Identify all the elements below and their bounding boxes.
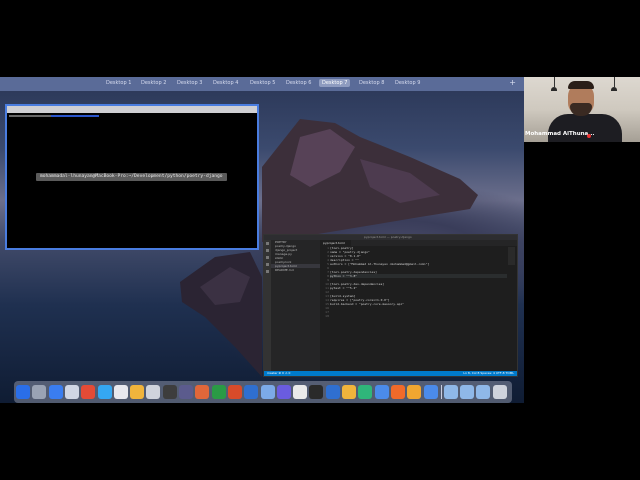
participant-name: Mohammad AlThuna... bbox=[525, 131, 595, 137]
terminal-titlebar bbox=[7, 106, 257, 113]
terminal-window[interactable]: mohammadal-lhunayan@MacBook-Pro:~/Develo… bbox=[5, 104, 259, 250]
desktop-6[interactable]: Desktop 6 bbox=[283, 79, 314, 87]
code-editor[interactable]: [tool.poetry] name = "poetry-django" versi… bbox=[330, 246, 507, 371]
debug-icon[interactable] bbox=[266, 263, 269, 266]
status-bar: master ⊗ 0 ⚠ 0 Ln 8, Col 8 Spaces: 4 UTF… bbox=[264, 371, 517, 376]
explorer-item[interactable]: README.md bbox=[271, 268, 320, 272]
explorer-sidebar: POETRY poetry-django django_project mana… bbox=[271, 240, 320, 371]
zoom-icon[interactable] bbox=[423, 385, 438, 399]
desktop-4[interactable]: Desktop 4 bbox=[210, 79, 241, 87]
mission-control-bar: Desktop 1 Desktop 2 Desktop 3 Desktop 4 … bbox=[0, 77, 524, 91]
source-control-icon[interactable] bbox=[266, 256, 269, 259]
terminal-2-icon[interactable] bbox=[309, 385, 324, 399]
safari-icon[interactable] bbox=[374, 385, 389, 399]
vscode-window[interactable]: pyproject.toml — poetry-django POETRY po… bbox=[263, 234, 518, 377]
desktop-9[interactable]: Desktop 9 bbox=[392, 79, 423, 87]
pendant-lamp-shade bbox=[611, 87, 617, 91]
messages-icon[interactable] bbox=[97, 385, 112, 399]
powerpoint-icon[interactable] bbox=[227, 385, 242, 399]
status-left[interactable]: master ⊗ 0 ⚠ 0 bbox=[267, 371, 290, 376]
terminal-icon[interactable] bbox=[162, 385, 177, 399]
line-number-gutter: 1 2 3 4 5 6 7 8 9 10 11 12 13 14 15 16 17 18 bbox=[320, 246, 330, 371]
extensions-icon[interactable] bbox=[266, 270, 269, 273]
folder-applications-icon[interactable] bbox=[443, 385, 458, 399]
music-icon[interactable] bbox=[146, 385, 161, 399]
vscode-window-title: pyproject.toml — poetry-django bbox=[364, 235, 412, 239]
terminal-tab-active[interactable] bbox=[51, 115, 99, 117]
dock-separator bbox=[440, 385, 442, 399]
desktop-3[interactable]: Desktop 3 bbox=[174, 79, 205, 87]
person-hair bbox=[568, 81, 594, 89]
mail-icon[interactable] bbox=[64, 385, 79, 399]
search-icon[interactable] bbox=[266, 249, 269, 252]
mic-muted-icon bbox=[587, 134, 591, 138]
desktop-1[interactable]: Desktop 1 bbox=[103, 79, 134, 87]
app-store-icon[interactable] bbox=[48, 385, 63, 399]
calendar-icon[interactable] bbox=[113, 385, 128, 399]
launchpad-icon[interactable] bbox=[32, 385, 47, 399]
xcode-icon[interactable] bbox=[179, 385, 193, 399]
desktop-8[interactable]: Desktop 8 bbox=[356, 79, 387, 87]
postman-icon[interactable] bbox=[195, 385, 210, 399]
excel-icon[interactable] bbox=[211, 385, 226, 399]
notes-icon[interactable] bbox=[130, 385, 145, 399]
line-number: 18 bbox=[325, 314, 329, 318]
desktop-screen: Desktop 1 Desktop 2 Desktop 3 Desktop 4 … bbox=[0, 77, 524, 403]
word-icon[interactable] bbox=[244, 385, 259, 399]
finder-icon[interactable] bbox=[16, 385, 30, 399]
pendant-lamp-cord bbox=[554, 77, 555, 87]
dock bbox=[14, 381, 512, 403]
chrome-icon[interactable] bbox=[81, 385, 96, 399]
code-line[interactable] bbox=[330, 314, 507, 318]
person-torso bbox=[548, 114, 622, 142]
mail-app-icon[interactable] bbox=[260, 385, 275, 399]
tips-icon[interactable] bbox=[293, 385, 308, 399]
desktop-7[interactable]: Desktop 7 bbox=[319, 79, 351, 87]
firefox-icon[interactable] bbox=[390, 385, 405, 399]
discord-icon[interactable] bbox=[276, 385, 291, 399]
status-right[interactable]: Ln 8, Col 8 Spaces: 4 UTF-8 TOML bbox=[463, 371, 514, 376]
desktop-5[interactable]: Desktop 5 bbox=[247, 79, 278, 87]
sublime-icon[interactable] bbox=[342, 385, 356, 399]
pendant-lamp-shade bbox=[551, 87, 557, 91]
explorer-icon[interactable] bbox=[266, 242, 269, 245]
folder-downloads-icon[interactable] bbox=[476, 385, 491, 399]
activity-bar bbox=[264, 240, 271, 371]
vlc-icon[interactable] bbox=[407, 385, 422, 399]
terminal-tab[interactable] bbox=[9, 115, 51, 117]
vscode-icon[interactable] bbox=[325, 385, 340, 399]
trash-icon[interactable] bbox=[492, 385, 507, 399]
minimap[interactable] bbox=[508, 247, 515, 265]
sourcetree-icon[interactable] bbox=[358, 385, 373, 399]
terminal-title-tooltip: mohammadal-lhunayan@MacBook-Pro:~/Develo… bbox=[36, 173, 227, 181]
pendant-lamp-cord bbox=[614, 77, 615, 87]
desktop-2[interactable]: Desktop 2 bbox=[138, 79, 169, 87]
add-desktop-button[interactable]: + bbox=[509, 78, 516, 87]
folder-documents-icon[interactable] bbox=[460, 385, 475, 399]
